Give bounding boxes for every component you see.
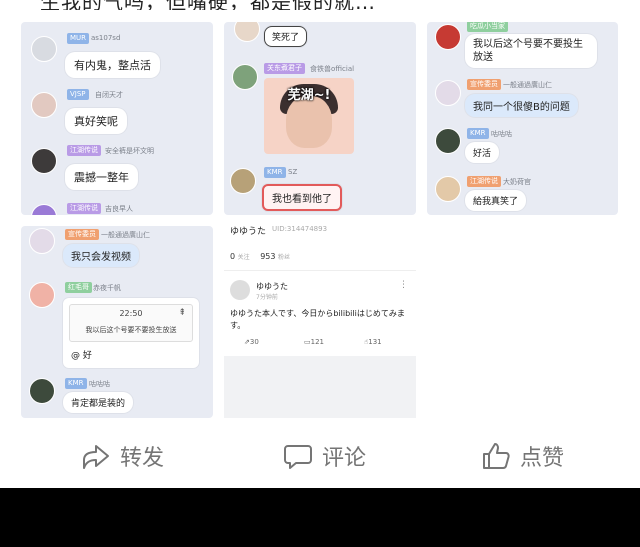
share-icon — [83, 445, 109, 469]
avatar — [31, 92, 57, 118]
chat-screenshot-card-2[interactable]: 笑死了 关东煮君子 食铁兽official 芜湖~! KMR SZ 我也看到他了 — [224, 22, 416, 215]
avatar — [435, 80, 461, 106]
chat-bubble: 好活 — [465, 142, 500, 163]
chat-bubble: 有内鬼，整点活 — [65, 52, 160, 78]
cut-off-caption: 生我的气吗，但嘴硬，都是假的就… — [40, 0, 376, 10]
comment-count: 121 — [310, 338, 324, 346]
reply-bubble: 22:50 ⇞ 我以后这个号要不要投生放送 @ 好 — [63, 298, 199, 368]
like-label: 点赞 — [520, 446, 565, 471]
chat-bubble: 笑死了 — [264, 26, 308, 47]
post-share[interactable]: ⇗ 30 — [244, 338, 259, 346]
avatar — [232, 64, 258, 90]
pin-icon: ⇞ — [178, 308, 186, 318]
user-badge: VJSP — [67, 89, 89, 100]
quoted-message: 22:50 ⇞ 我以后这个号要不要投生放送 — [69, 304, 193, 342]
username: 安全裤是坏文明 — [105, 147, 154, 155]
post-comment[interactable]: ▭ 121 — [304, 338, 324, 346]
username: SZ — [288, 168, 298, 176]
profile-stats: 0 关注 953 粉丝 — [230, 252, 298, 261]
user-badge: KMR — [467, 128, 489, 139]
chat-bubble: 震撼一整年 — [65, 164, 138, 190]
chat-bubble: 給我真笑了 — [465, 190, 527, 211]
followers-label: 粉丝 — [278, 254, 291, 261]
more-icon[interactable]: ⋮ — [399, 280, 408, 290]
avatar — [31, 148, 57, 174]
avatar — [234, 22, 260, 42]
reply-text: @ 好 — [71, 351, 92, 361]
chat-screenshot-card-1[interactable]: MUR as107sd 有内鬼，整点活 VJSP 自闭天才 真好笑呢 江湖传说 … — [21, 22, 213, 215]
avatar — [230, 168, 256, 194]
post-actions: ⇗ 30 ▭ 121 ☝ 131 — [224, 338, 416, 352]
username: 赤夜千帆 — [93, 284, 121, 292]
following-count: 0 — [230, 252, 236, 261]
chat-bubble: 我也看到他了 — [262, 184, 342, 211]
divider — [224, 270, 416, 271]
username: 自闭天才 — [95, 91, 123, 99]
post-author: ゆゆうた — [256, 282, 288, 291]
user-badge: 江湖传说 — [467, 176, 501, 187]
user-badge: KMR — [264, 167, 286, 178]
following-label: 关注 — [237, 254, 250, 261]
chat-screenshot-card-4[interactable]: 宣传委员 一般通過廣山仁 我只会发视频 红毛哥 赤夜千帆 22:50 ⇞ 我以后… — [21, 226, 213, 418]
user-badge: 宣传委员 — [65, 229, 99, 240]
username: 食铁兽official — [310, 65, 355, 73]
post-avatar — [230, 280, 250, 300]
quote-text: 我以后这个号要不要投生放送 — [85, 326, 177, 334]
username: 咕咕咕 — [89, 380, 110, 388]
chat-bubble: 真好笑呢 — [65, 108, 127, 134]
avatar — [435, 128, 461, 154]
user-badge: 江湖传说 — [67, 203, 101, 214]
like-button[interactable]: 点赞 — [480, 436, 564, 476]
avatar — [31, 204, 57, 215]
chat-screenshot-card-3[interactable]: 吃瓜小当家 我以后这个号要不要投生放送 宣传委员 一般通過廣山仁 我同一个很傻B… — [427, 22, 618, 215]
comment-label: 评论 — [322, 446, 367, 471]
user-badge: KMR — [65, 378, 87, 389]
username: 大奶荷官 — [503, 178, 531, 186]
chat-bubble: 我以后这个号要不要投生放送 — [465, 34, 597, 68]
username: 咕咕咕 — [491, 130, 512, 138]
followers-count: 953 — [260, 252, 276, 261]
share-count: 30 — [249, 338, 259, 346]
avatar — [435, 24, 461, 50]
bottom-action-bar: 转发 评论 点赞 — [0, 436, 640, 476]
post-time: 7分钟前 — [256, 294, 278, 301]
meme-sticker-image: 芜湖~! — [264, 78, 354, 154]
username: 吉良早人 — [105, 205, 133, 213]
sticker-caption: 芜湖~! — [287, 88, 331, 103]
share-label: 转发 — [120, 446, 165, 471]
avatar — [29, 228, 55, 254]
user-badge: 红毛哥 — [65, 282, 92, 293]
share-button[interactable]: 转发 — [80, 436, 164, 476]
like-count: 131 — [368, 338, 382, 346]
avatar — [29, 282, 55, 308]
username: 一般通過廣山仁 — [101, 231, 150, 239]
profile-screenshot-card[interactable]: ゆゆうた UID:314474893 0 关注 953 粉丝 ゆゆうた 7分钟前… — [224, 218, 416, 418]
user-badge: 江湖传说 — [67, 145, 101, 156]
bottom-black-area — [0, 488, 640, 547]
avatar — [31, 36, 57, 62]
post-like[interactable]: ☝ 131 — [364, 338, 382, 346]
chat-bubble: 我只会发视频 — [63, 244, 139, 267]
post-text: ゆゆうた本人です、今日からbilibiliはじめてみます。 — [230, 309, 405, 330]
profile-name: ゆゆうた — [230, 227, 267, 237]
page: 生我的气吗，但嘴硬，都是假的就… MUR as107sd 有内鬼，整点活 VJS… — [0, 0, 640, 547]
profile-uid: UID:314474893 — [272, 225, 328, 233]
quote-time: 22:50 — [119, 309, 143, 318]
user-badge: 关东煮君子 — [264, 63, 305, 74]
chat-bubble: 我同一个很傻B的问题 — [465, 94, 578, 117]
comment-icon — [284, 445, 312, 469]
avatar — [29, 378, 55, 404]
chat-bubble: 肯定都是装的 — [63, 392, 134, 413]
user-badge: 宣传委员 — [467, 79, 501, 90]
grey-area — [224, 356, 416, 418]
username: as107sd — [91, 34, 121, 42]
username: 一般通過廣山仁 — [503, 81, 552, 89]
comment-button[interactable]: 评论 — [282, 436, 366, 476]
avatar — [435, 176, 461, 202]
user-badge: MUR — [67, 33, 90, 44]
thumbs-up-icon — [483, 443, 510, 469]
user-badge: 吃瓜小当家 — [467, 22, 508, 32]
